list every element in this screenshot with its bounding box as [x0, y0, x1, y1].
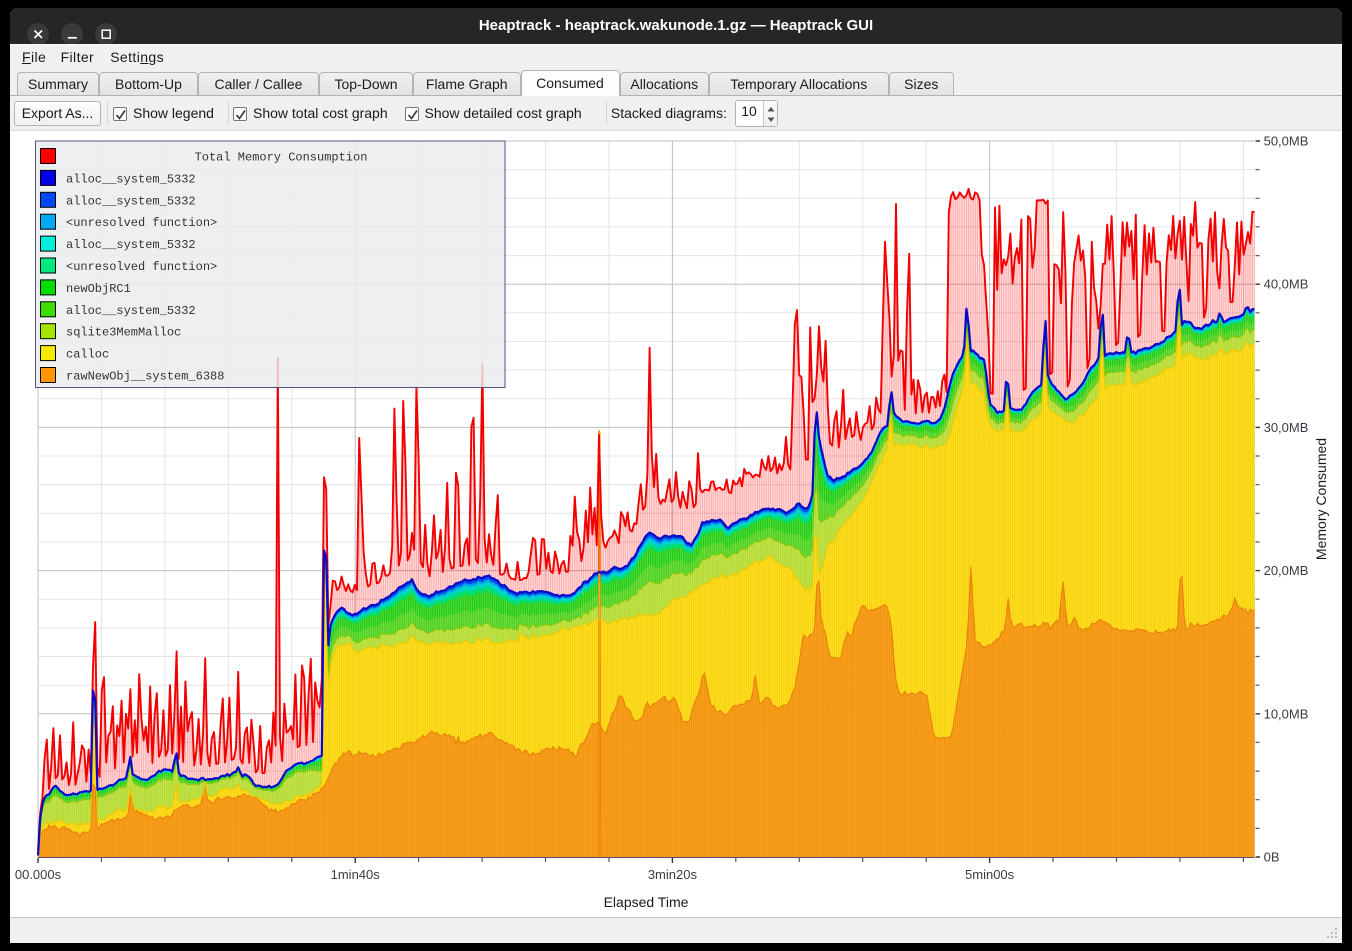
svg-text:00.000s: 00.000s [15, 867, 62, 882]
svg-text:30,0MB: 30,0MB [1264, 420, 1309, 435]
svg-text:0B: 0B [1264, 850, 1280, 865]
svg-text:10,0MB: 10,0MB [1264, 706, 1309, 721]
svg-text:40,0MB: 40,0MB [1264, 277, 1309, 292]
svg-text:alloc__system_5332: alloc__system_5332 [66, 172, 196, 186]
svg-text:calloc: calloc [66, 348, 109, 362]
svg-text:newObjRC1: newObjRC1 [66, 282, 131, 296]
svg-text:Memory Consumed: Memory Consumed [1313, 438, 1329, 560]
svg-text:50,0MB: 50,0MB [1264, 134, 1309, 149]
svg-text:3min20s: 3min20s [648, 867, 698, 882]
svg-text:5min00s: 5min00s [965, 867, 1015, 882]
svg-text:Total Memory Consumption: Total Memory Consumption [195, 151, 368, 165]
svg-text:1min40s: 1min40s [331, 867, 381, 882]
svg-text:alloc__system_5332: alloc__system_5332 [66, 304, 196, 318]
svg-text:Elapsed Time: Elapsed Time [604, 894, 689, 910]
svg-text:<unresolved function>: <unresolved function> [66, 260, 217, 274]
svg-text:sqlite3MemMalloc: sqlite3MemMalloc [66, 326, 181, 340]
svg-text:rawNewObj__system_6388: rawNewObj__system_6388 [66, 370, 224, 384]
svg-text:alloc__system_5332: alloc__system_5332 [66, 238, 196, 252]
svg-text:20,0MB: 20,0MB [1264, 563, 1309, 578]
svg-text:alloc__system_5332: alloc__system_5332 [66, 194, 196, 208]
svg-text:<unresolved function>: <unresolved function> [66, 216, 217, 230]
